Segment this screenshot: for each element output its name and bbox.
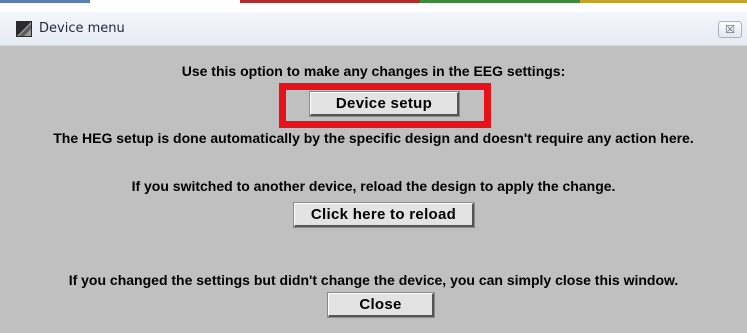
reload-button[interactable]: Click here to reload [294, 203, 474, 227]
close-instruction: If you changed the settings but didn't c… [68, 272, 679, 288]
reload-instruction: If you switched to another device, reloa… [131, 178, 616, 194]
window-close-button[interactable]: ☒ [718, 21, 742, 38]
window-title-bar[interactable]: Device menu ☒ [0, 12, 747, 46]
device-setup-button[interactable]: Device setup [310, 92, 459, 116]
window-title: Device menu [39, 21, 125, 36]
heg-setup-note: The HEG setup is done automatically by t… [53, 130, 694, 146]
close-button[interactable]: Close [328, 293, 434, 317]
eeg-settings-instruction: Use this option to make any changes in t… [181, 63, 566, 79]
device-menu-panel: Use this option to make any changes in t… [0, 46, 747, 333]
close-icon: ☒ [725, 23, 735, 36]
desktop-background-strip [0, 0, 747, 12]
app-icon [16, 21, 32, 37]
